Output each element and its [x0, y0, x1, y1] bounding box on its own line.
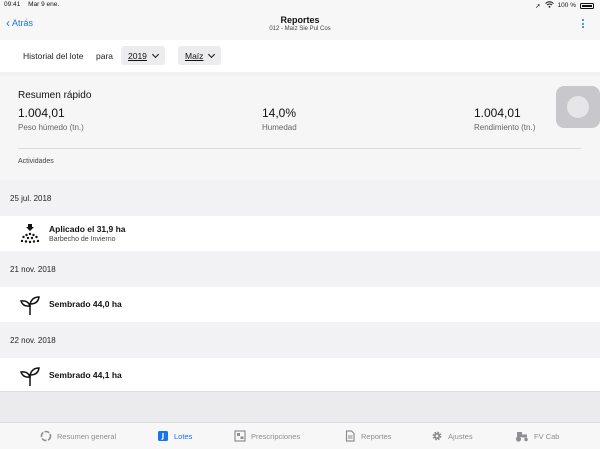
chevron-down-icon [208, 50, 216, 58]
metric-label: Humedad [262, 123, 297, 132]
metric-value: 1.004,01 [18, 106, 65, 120]
tab-bar: Resumen general Lotes Prescripciones Rep… [0, 422, 600, 449]
date-label: 22 nov. 2018 [10, 336, 56, 345]
date-header: 25 jul. 2018 [0, 180, 600, 216]
list-footer [0, 391, 600, 422]
metric-label: Rendimiento (tn.) [474, 123, 536, 132]
fields-icon [157, 430, 169, 442]
filter-bar: Historial del lote para 2019 Maíz [0, 40, 600, 72]
overview-icon [40, 430, 52, 442]
date-header: 22 nov. 2018 [0, 322, 600, 358]
metric-moisture: 14,0% Humedad [262, 106, 297, 132]
metric-yield: 1.004,01 Rendimiento (tn.) [474, 106, 535, 132]
wifi-icon [544, 1, 554, 10]
tab-label: FV Cab [534, 431, 560, 441]
page-subtitle: 012 - Maíz Sie Pul Cos [269, 26, 331, 32]
tab-label: Reportes [361, 431, 392, 441]
activity-title: Aplicado el 31,9 ha [49, 224, 126, 234]
divider [18, 148, 581, 149]
seedling-icon [19, 294, 41, 316]
status-bar: 09:41 Mar 9 ene. ➚ 100 % [0, 0, 600, 10]
year-value: 2019 [128, 50, 147, 61]
tab-fv-cab[interactable]: FV Cab [514, 430, 559, 442]
status-time: 09:41 [4, 1, 21, 8]
crop-dropdown[interactable]: Maíz [178, 46, 222, 65]
tab-fields[interactable]: Lotes [157, 430, 192, 442]
prescriptions-icon [234, 430, 246, 442]
activity-title: Sembrado 44,0 ha [49, 299, 122, 309]
crop-value: Maíz [185, 50, 204, 61]
assistive-touch-button[interactable] [556, 86, 600, 128]
location-icon: ➚ [535, 2, 541, 10]
tab-reports[interactable]: Reportes [344, 430, 391, 442]
more-options-icon[interactable] [582, 19, 584, 29]
metric-value: 1.004,01 [474, 106, 521, 120]
date-label: 21 nov. 2018 [10, 265, 56, 274]
tab-overview[interactable]: Resumen general [40, 430, 116, 442]
tab-label: Resumen general [57, 431, 117, 441]
chevron-down-icon [151, 50, 159, 58]
gear-icon [431, 430, 443, 442]
sprayer-icon [19, 223, 41, 245]
metric-value: 14,0% [262, 106, 297, 120]
seedling-icon [19, 365, 41, 387]
date-header: 21 nov. 2018 [0, 251, 600, 287]
page-title: Reportes [280, 15, 320, 25]
activity-row[interactable]: Sembrado 44,0 ha [0, 287, 600, 322]
battery-icon [580, 2, 594, 9]
filter-para-label: para [96, 51, 114, 61]
history-label: Historial del lote [23, 51, 84, 61]
summary-title: Resumen rápido [18, 90, 92, 101]
tab-label: Lotes [174, 431, 193, 441]
metric-wet-weight: 1.004,01 Peso húmedo (tn.) [18, 106, 84, 132]
activity-row[interactable]: Sembrado 44,1 ha [0, 358, 600, 393]
quick-summary: Resumen rápido 1.004,01 Peso húmedo (tn.… [0, 76, 600, 180]
tractor-icon [514, 430, 529, 442]
date-label: 25 jul. 2018 [10, 194, 52, 203]
tab-label: Ajustes [448, 431, 473, 441]
activity-row[interactable]: Aplicado el 31,9 ha Barbecho de Invierno [0, 216, 600, 251]
activity-title: Sembrado 44,1 ha [49, 370, 122, 380]
tab-label: Prescripciones [251, 431, 301, 441]
status-date: Mar 9 ene. [28, 1, 60, 8]
activities-heading: Actividades [18, 158, 54, 165]
year-dropdown[interactable]: 2019 [121, 46, 165, 65]
reports-icon [344, 430, 356, 442]
activity-subtitle: Barbecho de Invierno [49, 236, 116, 243]
battery-percent: 100 % [557, 2, 576, 9]
tab-prescriptions[interactable]: Prescripciones [234, 430, 300, 442]
tab-settings[interactable]: Ajustes [431, 430, 473, 442]
navigation-bar: ‹ Atrás Reportes 012 - Maíz Sie Pul Cos [0, 10, 600, 40]
metric-label: Peso húmedo (tn.) [18, 123, 84, 132]
